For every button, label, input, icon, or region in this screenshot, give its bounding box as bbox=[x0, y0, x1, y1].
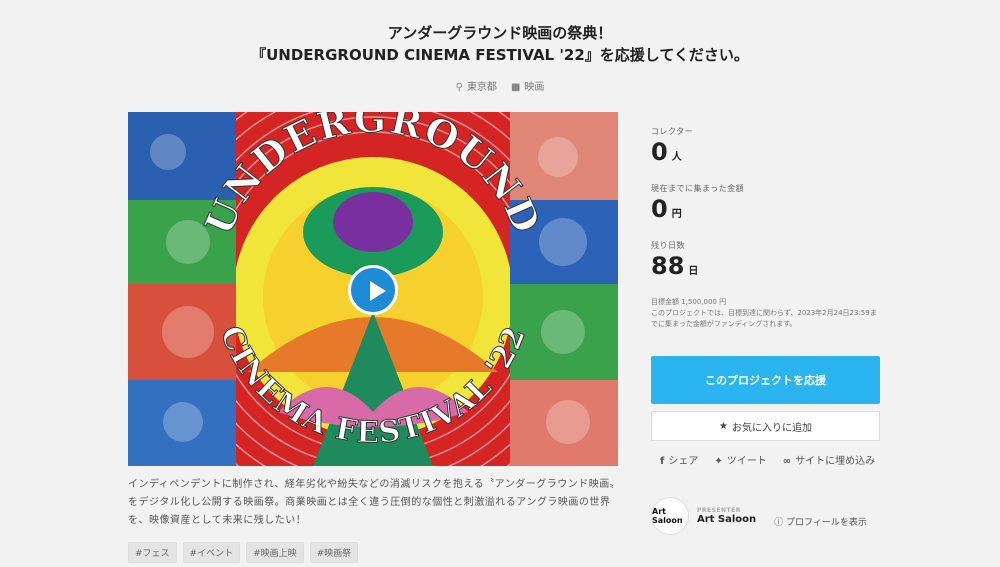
share-label: シェア bbox=[668, 456, 699, 467]
info-icon: ⓘ bbox=[774, 517, 787, 528]
presenter: Art Saloon PRESENTER Art Saloon ⓘ プロフィール… bbox=[651, 497, 867, 535]
facebook-icon: f bbox=[660, 456, 665, 467]
profile-label: プロフィールを表示 bbox=[786, 517, 867, 528]
presenter-label: PRESENTER bbox=[697, 507, 741, 514]
goal-amount: 目標金額 1,500,000 円 bbox=[651, 298, 727, 306]
star-icon: ★ bbox=[719, 420, 728, 432]
category-label: 映画 bbox=[524, 82, 545, 93]
view-profile-link[interactable]: ⓘ プロフィールを表示 bbox=[774, 515, 867, 528]
presenter-name[interactable]: Art Saloon bbox=[697, 514, 756, 525]
play-button[interactable] bbox=[348, 265, 398, 315]
favorite-label: お気に入りに追加 bbox=[731, 422, 812, 434]
tag[interactable]: #映画祭 bbox=[309, 542, 359, 563]
location-label: 東京都 bbox=[466, 82, 497, 93]
days-left: 88 日 bbox=[651, 252, 699, 280]
raised-label: 現在までに集まった金額 bbox=[651, 184, 745, 193]
facebook-share-link[interactable]: f シェア bbox=[660, 452, 698, 467]
share-bar: f シェア ✦ ツイート ∞ サイトに埋め込み bbox=[660, 452, 875, 467]
project-title: アンダーグラウンド映画の祭典！ 『UNDERGROUND CINEMA FEST… bbox=[0, 22, 1000, 66]
film-camera-icon: ■ bbox=[510, 82, 521, 93]
tag-list: #フェス #イベント #映画上映 #映画祭 bbox=[128, 542, 359, 563]
tag[interactable]: #映画上映 bbox=[246, 542, 304, 563]
support-button[interactable]: このプロジェクトを応援 bbox=[651, 356, 880, 404]
embed-label: サイトに埋め込み bbox=[795, 456, 876, 467]
collector-label: コレクター bbox=[651, 127, 694, 136]
twitter-share-link[interactable]: ✦ ツイート bbox=[714, 452, 766, 467]
project-meta: ⚲ 東京都 ■ 映画 bbox=[0, 78, 1000, 93]
raised-amount: 0円 bbox=[651, 195, 682, 223]
stats-panel: コレクター 0人 現在までに集まった金額 0円 残り日数 88 日 目標金額 1,… bbox=[651, 126, 881, 330]
tag[interactable]: #フェス bbox=[128, 542, 177, 563]
collector-count: 0人 bbox=[651, 138, 682, 166]
tag[interactable]: #イベント bbox=[182, 542, 241, 563]
presenter-avatar[interactable]: Art Saloon bbox=[651, 497, 689, 535]
link-icon: ∞ bbox=[782, 456, 792, 467]
twitter-icon: ✦ bbox=[714, 456, 723, 467]
title-line-1: アンダーグラウンド映画の祭典！ bbox=[387, 24, 613, 42]
days-label: 残り日数 bbox=[651, 241, 685, 250]
location-pin-icon: ⚲ bbox=[455, 82, 463, 93]
title-line-2: 『UNDERGROUND CINEMA FESTIVAL '22』を応援してくだ… bbox=[251, 46, 749, 64]
embed-link[interactable]: ∞ サイトに埋め込み bbox=[783, 452, 875, 467]
favorite-button[interactable]: ★ お気に入りに追加 bbox=[651, 411, 880, 441]
tweet-label: ツイート bbox=[726, 456, 767, 467]
location-link[interactable]: ⚲ 東京都 bbox=[456, 78, 497, 93]
project-description: インディペンデントに制作され、経年劣化や紛失などの消滅リスクを抱える〝アンダーグ… bbox=[128, 479, 616, 526]
category-link[interactable]: ■ 映画 bbox=[511, 78, 544, 93]
funding-note: このプロジェクトでは、目標到達に関わらず、2023年2月24日23:59までに集… bbox=[651, 309, 877, 328]
